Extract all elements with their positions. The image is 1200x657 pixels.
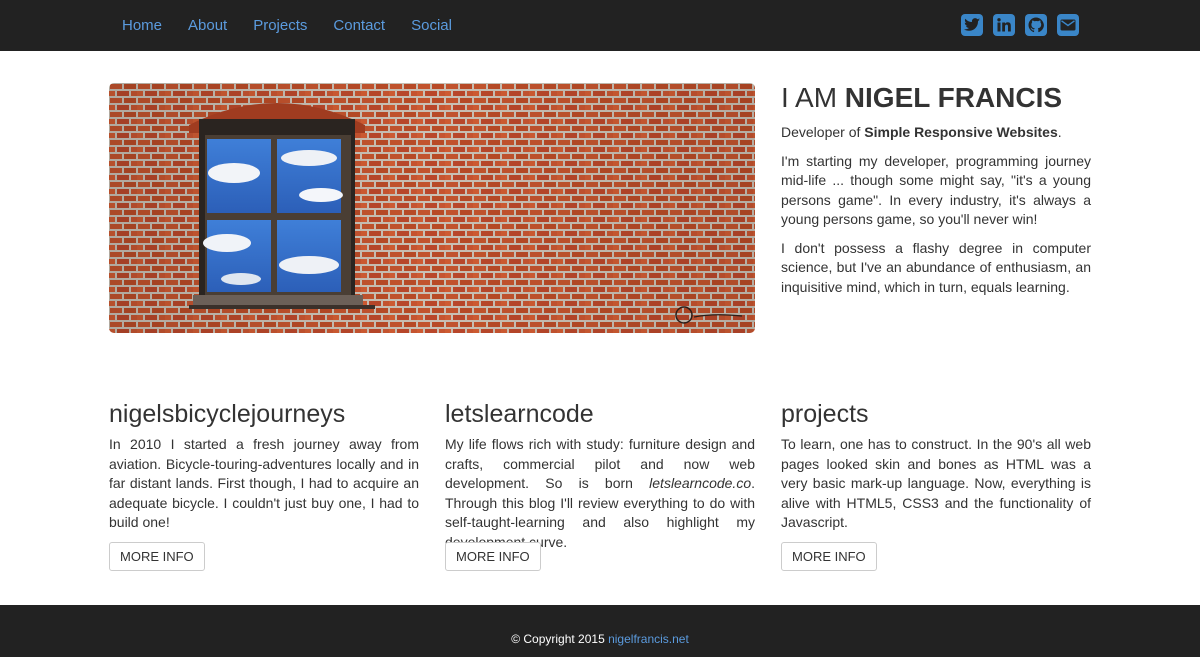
title-name: NIGEL FRANCIS xyxy=(844,82,1063,113)
column-text: In 2010 I started a fresh journey away f… xyxy=(109,436,419,530)
top-navbar: Home About Projects Contact Social xyxy=(0,0,1200,51)
column-text: To learn, one has to construct. In the 9… xyxy=(781,436,1091,530)
role-suffix: . xyxy=(1057,124,1062,140)
social-icons xyxy=(961,14,1079,36)
column-bicycle-journeys: nigelsbicyclejourneys In 2010 I started … xyxy=(109,400,419,571)
github-icon[interactable] xyxy=(1025,14,1047,36)
intro-section: I AM NIGEL FRANCIS Developer of Simple R… xyxy=(781,83,1091,306)
column-text-italic: letslearncode.co xyxy=(649,475,752,491)
nav-links: Home About Projects Contact Social xyxy=(109,0,478,51)
footer: © Copyright 2015 nigelfrancis.net xyxy=(0,605,1200,657)
nav-social-link[interactable]: Social xyxy=(411,17,452,34)
intro-paragraph-1: I'm starting my developer, programming j… xyxy=(781,152,1091,228)
nav-about-link[interactable]: About xyxy=(188,17,227,34)
more-info-button-bicycle[interactable]: MORE INFO xyxy=(109,542,205,571)
more-info-button-letslearncode[interactable]: MORE INFO xyxy=(445,542,541,571)
column-text: My life flows rich with study: furniture… xyxy=(445,435,755,552)
nav-home-link[interactable]: Home xyxy=(122,17,162,34)
brick-wall-window-illustration xyxy=(109,83,755,333)
hero-brick-wall-image xyxy=(109,83,755,333)
role-line: Developer of Simple Responsive Websites. xyxy=(781,123,1091,143)
column-title: projects xyxy=(781,400,869,428)
twitter-icon[interactable] xyxy=(961,14,983,36)
more-info-button-projects[interactable]: MORE INFO xyxy=(781,542,877,571)
nav-contact-link[interactable]: Contact xyxy=(333,17,385,34)
footer-copyright: © Copyright 2015 xyxy=(511,632,605,646)
linkedin-icon[interactable] xyxy=(993,14,1015,36)
email-icon[interactable] xyxy=(1057,14,1079,36)
role-prefix: Developer of xyxy=(781,124,861,140)
nav-projects-link[interactable]: Projects xyxy=(253,17,307,34)
column-title: nigelsbicyclejourneys xyxy=(109,400,346,428)
column-title: letslearncode xyxy=(445,400,594,428)
title-prefix: I AM xyxy=(781,82,838,113)
column-projects: projects To learn, one has to construct.… xyxy=(781,400,1091,571)
column-letslearncode: letslearncode My life flows rich with st… xyxy=(445,400,755,571)
intro-paragraph-2: I don't possess a flashy degree in compu… xyxy=(781,239,1091,295)
page-title: I AM NIGEL FRANCIS xyxy=(781,83,1091,113)
role-strong: Simple Responsive Websites xyxy=(864,124,1058,140)
footer-site-link[interactable]: nigelfrancis.net xyxy=(608,632,689,646)
